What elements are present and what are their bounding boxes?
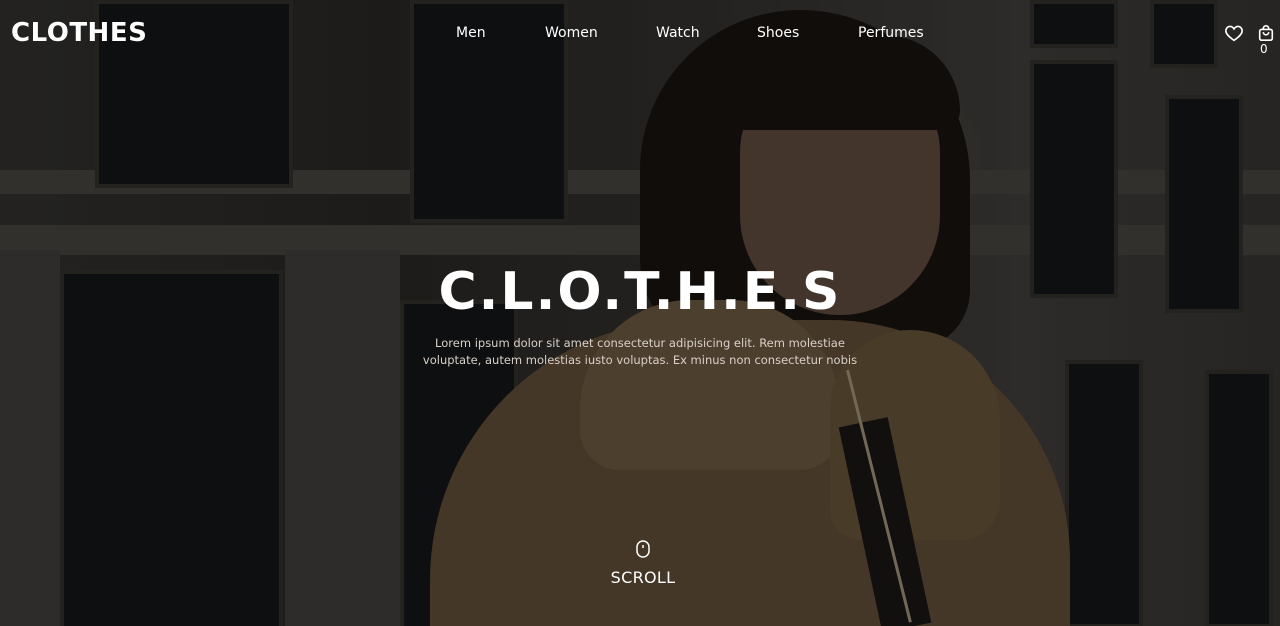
hero-description: Lorem ipsum dolor sit amet consectetur a… [422,336,858,367]
heart-icon[interactable] [1224,24,1244,42]
nav-item-men[interactable]: Men [456,25,486,41]
nav-item-shoes[interactable]: Shoes [757,25,799,41]
mouse-icon [636,540,650,558]
hero-section: CLOTHES Men Women Watch Shoes Perfumes 0… [0,0,1280,626]
scroll-indicator[interactable]: SCROLL [560,540,726,587]
shopping-bag-icon[interactable] [1257,24,1275,42]
nav-item-perfumes[interactable]: Perfumes [858,25,924,41]
nav-item-women[interactable]: Women [545,25,598,41]
hero-title: C.L.O.T.H.E.S [438,262,842,322]
scroll-label: SCROLL [610,568,676,587]
nav-item-watch[interactable]: Watch [656,25,700,41]
cart-count-badge: 0 [1260,42,1268,56]
main-nav: Men Women Watch Shoes Perfumes [0,25,1280,45]
